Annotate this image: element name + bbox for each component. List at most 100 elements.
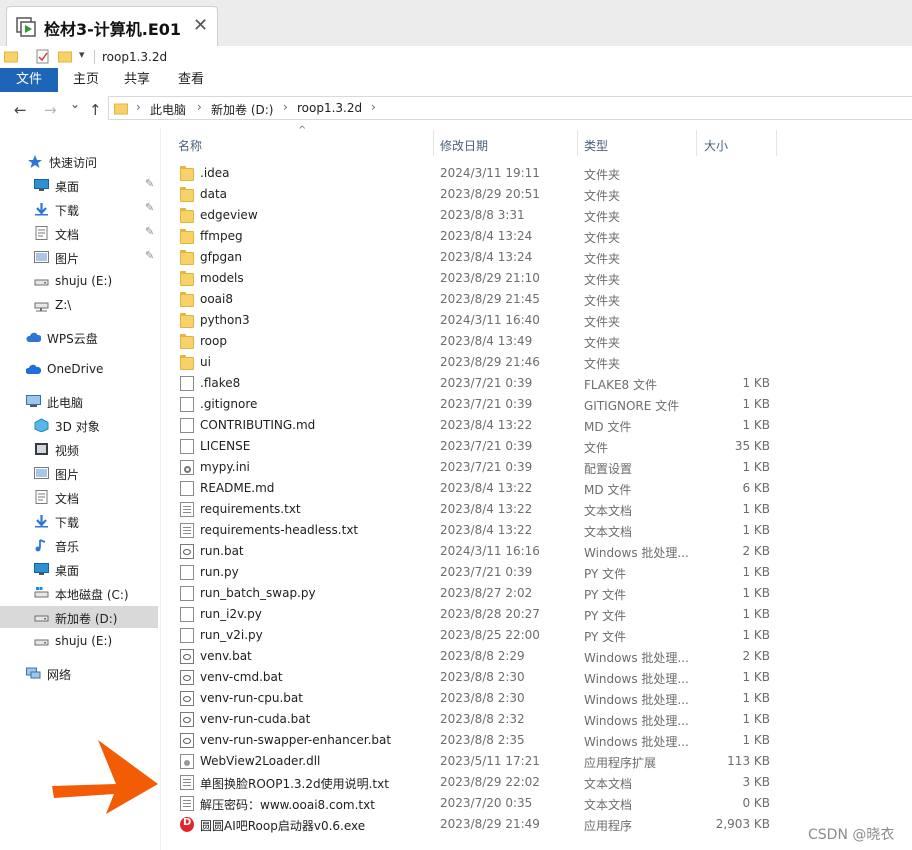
recent-locations-button[interactable]: ⌄ <box>70 97 80 111</box>
file-row[interactable]: README.md 2023/8/4 13:22 MD 文件 6 KB <box>162 478 772 499</box>
file-row[interactable]: venv-run-cpu.bat 2023/8/8 2:30 Windows 批处理… <box>162 688 772 709</box>
file-row[interactable]: edgeview 2023/8/8 3:31 文件夹 <box>162 205 772 226</box>
back-button[interactable]: ← <box>14 101 27 119</box>
text-file-icon <box>180 775 194 790</box>
customize-dropdown-icon[interactable]: ▾ <box>79 48 85 61</box>
sidebar-item[interactable]: 下载 ✎ <box>0 198 158 220</box>
sidebar-item[interactable]: 文档 <box>0 486 158 508</box>
file-row[interactable]: roop 2023/8/4 13:49 文件夹 <box>162 331 772 352</box>
sidebar-item[interactable]: 下载 <box>0 510 158 532</box>
sidebar-item-label: 图片 <box>55 468 80 482</box>
sidebar-item[interactable]: Z:\ <box>0 294 158 316</box>
file-row[interactable]: run_i2v.py 2023/8/28 20:27 PY 文件 1 KB <box>162 604 772 625</box>
column-date[interactable]: 修改日期 <box>440 137 488 154</box>
pin-icon[interactable]: ✎ <box>145 225 154 238</box>
breadcrumb-current-folder[interactable]: roop1.3.2d <box>297 101 362 115</box>
file-row[interactable]: run.bat 2024/3/11 16:16 Windows 批处理... 2 KB <box>162 541 772 562</box>
file-row[interactable]: venv-run-cuda.bat 2023/8/8 2:32 Windows 批处… <box>162 709 772 730</box>
window-tab[interactable]: 检材3-计算机.E01 ✕ <box>6 6 218 46</box>
file-row[interactable]: ffmpeg 2023/8/4 13:24 文件夹 <box>162 226 772 247</box>
file-row[interactable]: venv-cmd.bat 2023/8/8 2:30 Windows 批处理... 1… <box>162 667 772 688</box>
sidebar-item[interactable]: OneDrive <box>0 358 158 380</box>
tab-home[interactable]: 主页 <box>73 68 99 92</box>
file-row[interactable]: run_batch_swap.py 2023/8/27 2:02 PY 文件 1 KB <box>162 583 772 604</box>
tab-file[interactable]: 文件 <box>0 68 58 92</box>
column-name[interactable]: 名称 <box>178 137 202 154</box>
sidebar-item[interactable]: WPS云盘 <box>0 326 158 348</box>
breadcrumb-chevron-icon[interactable]: › <box>371 100 376 114</box>
file-row[interactable]: gfpgan 2023/8/4 13:24 文件夹 <box>162 247 772 268</box>
file-row[interactable]: WebView2Loader.dll 2023/5/11 17:21 应用程序扩展 1… <box>162 751 772 772</box>
up-button[interactable]: ↑ <box>89 101 102 119</box>
sidebar-item[interactable]: 图片 ✎ <box>0 246 158 268</box>
new-folder-icon[interactable] <box>58 49 72 63</box>
file-row[interactable]: CONTRIBUTING.md 2023/8/4 13:22 MD 文件 1 KB <box>162 415 772 436</box>
file-name: .gitignore <box>200 397 258 411</box>
sidebar-item[interactable]: 桌面 <box>0 558 158 580</box>
file-row[interactable]: LICENSE 2023/7/21 0:39 文件 35 KB <box>162 436 772 457</box>
folder-icon[interactable] <box>4 49 18 63</box>
file-row[interactable]: requirements-headless.txt 2023/8/4 13:22 文… <box>162 520 772 541</box>
sidebar-item[interactable]: 音乐 <box>0 534 158 556</box>
sidebar-item[interactable]: 3D 对象 <box>0 414 158 436</box>
column-type[interactable]: 类型 <box>584 137 608 154</box>
breadcrumb-chevron-icon[interactable]: › <box>136 100 141 114</box>
file-row[interactable]: venv-run-swapper-enhancer.bat 2023/8/8 2:… <box>162 730 772 751</box>
file-date: 2023/8/29 22:02 <box>440 775 540 789</box>
close-tab-icon[interactable]: ✕ <box>193 15 208 36</box>
file-row[interactable]: run_v2i.py 2023/8/25 22:00 PY 文件 1 KB <box>162 625 772 646</box>
file-row[interactable]: ui 2023/8/29 21:46 文件夹 <box>162 352 772 373</box>
file-row[interactable]: .gitignore 2023/7/21 0:39 GITIGNORE 文件 1 KB <box>162 394 772 415</box>
pin-icon[interactable]: ✎ <box>145 201 154 214</box>
pin-icon[interactable]: ✎ <box>145 177 154 190</box>
column-divider[interactable] <box>577 130 578 156</box>
sidebar-item[interactable]: 新加卷 (D:) <box>0 606 158 628</box>
sidebar-item[interactable]: shuju (E:) <box>0 270 158 292</box>
column-divider[interactable] <box>433 130 434 156</box>
breadcrumb-chevron-icon[interactable]: › <box>283 100 288 114</box>
file-row[interactable]: 单图换脸ROOP1.3.2d使用说明.txt 2023/8/29 22:02 文本文… <box>162 772 772 793</box>
file-row[interactable]: run.py 2023/7/21 0:39 PY 文件 1 KB <box>162 562 772 583</box>
file-row[interactable]: data 2023/8/29 20:51 文件夹 <box>162 184 772 205</box>
file-row[interactable]: python3 2024/3/11 16:40 文件夹 <box>162 310 772 331</box>
sidebar-item[interactable]: 视频 <box>0 438 158 460</box>
file-row[interactable]: models 2023/8/29 21:10 文件夹 <box>162 268 772 289</box>
tab-view[interactable]: 查看 <box>178 68 204 92</box>
sidebar-item[interactable]: shuju (E:) <box>0 630 158 652</box>
pin-icon[interactable]: ✎ <box>145 249 154 262</box>
breadcrumb-this-pc[interactable]: 此电脑 <box>150 101 186 118</box>
file-name: venv-cmd.bat <box>200 670 283 684</box>
forward-button[interactable]: → <box>44 101 57 119</box>
sidebar-item[interactable]: 此电脑 <box>0 390 158 412</box>
address-bar[interactable]: › 此电脑 › 新加卷 (D:) › roop1.3.2d › <box>108 96 912 120</box>
folder-icon <box>180 250 194 265</box>
sidebar-item[interactable]: 桌面 ✎ <box>0 174 158 196</box>
file-row[interactable]: 圆圆AI吧Roop启动器v0.6.exe 2023/8/29 21:49 应用程序 2… <box>162 814 772 835</box>
file-row[interactable]: .flake8 2023/7/21 0:39 FLAKE8 文件 1 KB <box>162 373 772 394</box>
file-row[interactable]: venv.bat 2023/8/8 2:29 Windows 批处理... 2 KB <box>162 646 772 667</box>
tab-share[interactable]: 共享 <box>124 68 150 92</box>
sidebar-item[interactable]: 网络 <box>0 662 158 684</box>
file-row[interactable]: .idea 2024/3/11 19:11 文件夹 <box>162 163 772 184</box>
breadcrumb-drive-d[interactable]: 新加卷 (D:) <box>211 101 273 118</box>
sidebar-item[interactable]: 图片 <box>0 462 158 484</box>
file-icon <box>180 586 194 601</box>
file-row[interactable]: ooai8 2023/8/29 21:45 文件夹 <box>162 289 772 310</box>
properties-icon[interactable] <box>36 49 50 64</box>
file-row[interactable]: requirements.txt 2023/8/4 13:22 文本文档 1 KB <box>162 499 772 520</box>
sidebar-item[interactable]: 文档 ✎ <box>0 222 158 244</box>
sidebar-item[interactable]: 本地磁盘 (C:) <box>0 582 158 604</box>
file-row[interactable]: mypy.ini 2023/7/21 0:39 配置设置 1 KB <box>162 457 772 478</box>
sidebar-item-label: 文档 <box>55 492 80 506</box>
sidebar-item[interactable]: 快速访问 <box>0 150 158 172</box>
breadcrumb-chevron-icon[interactable]: › <box>197 100 202 114</box>
column-size[interactable]: 大小 <box>704 137 728 154</box>
column-divider[interactable] <box>776 130 777 156</box>
column-divider[interactable] <box>696 130 697 156</box>
file-date: 2023/8/8 2:30 <box>440 691 525 705</box>
file-size: 35 KB <box>734 439 770 453</box>
title-tab-strip: 检材3-计算机.E01 ✕ <box>0 0 912 46</box>
file-row[interactable]: 解压密码：www.ooai8.com.txt 2023/7/20 0:35 文本文档… <box>162 793 772 814</box>
file-type: MD 文件 <box>584 483 632 497</box>
file-name: gfpgan <box>200 250 243 264</box>
